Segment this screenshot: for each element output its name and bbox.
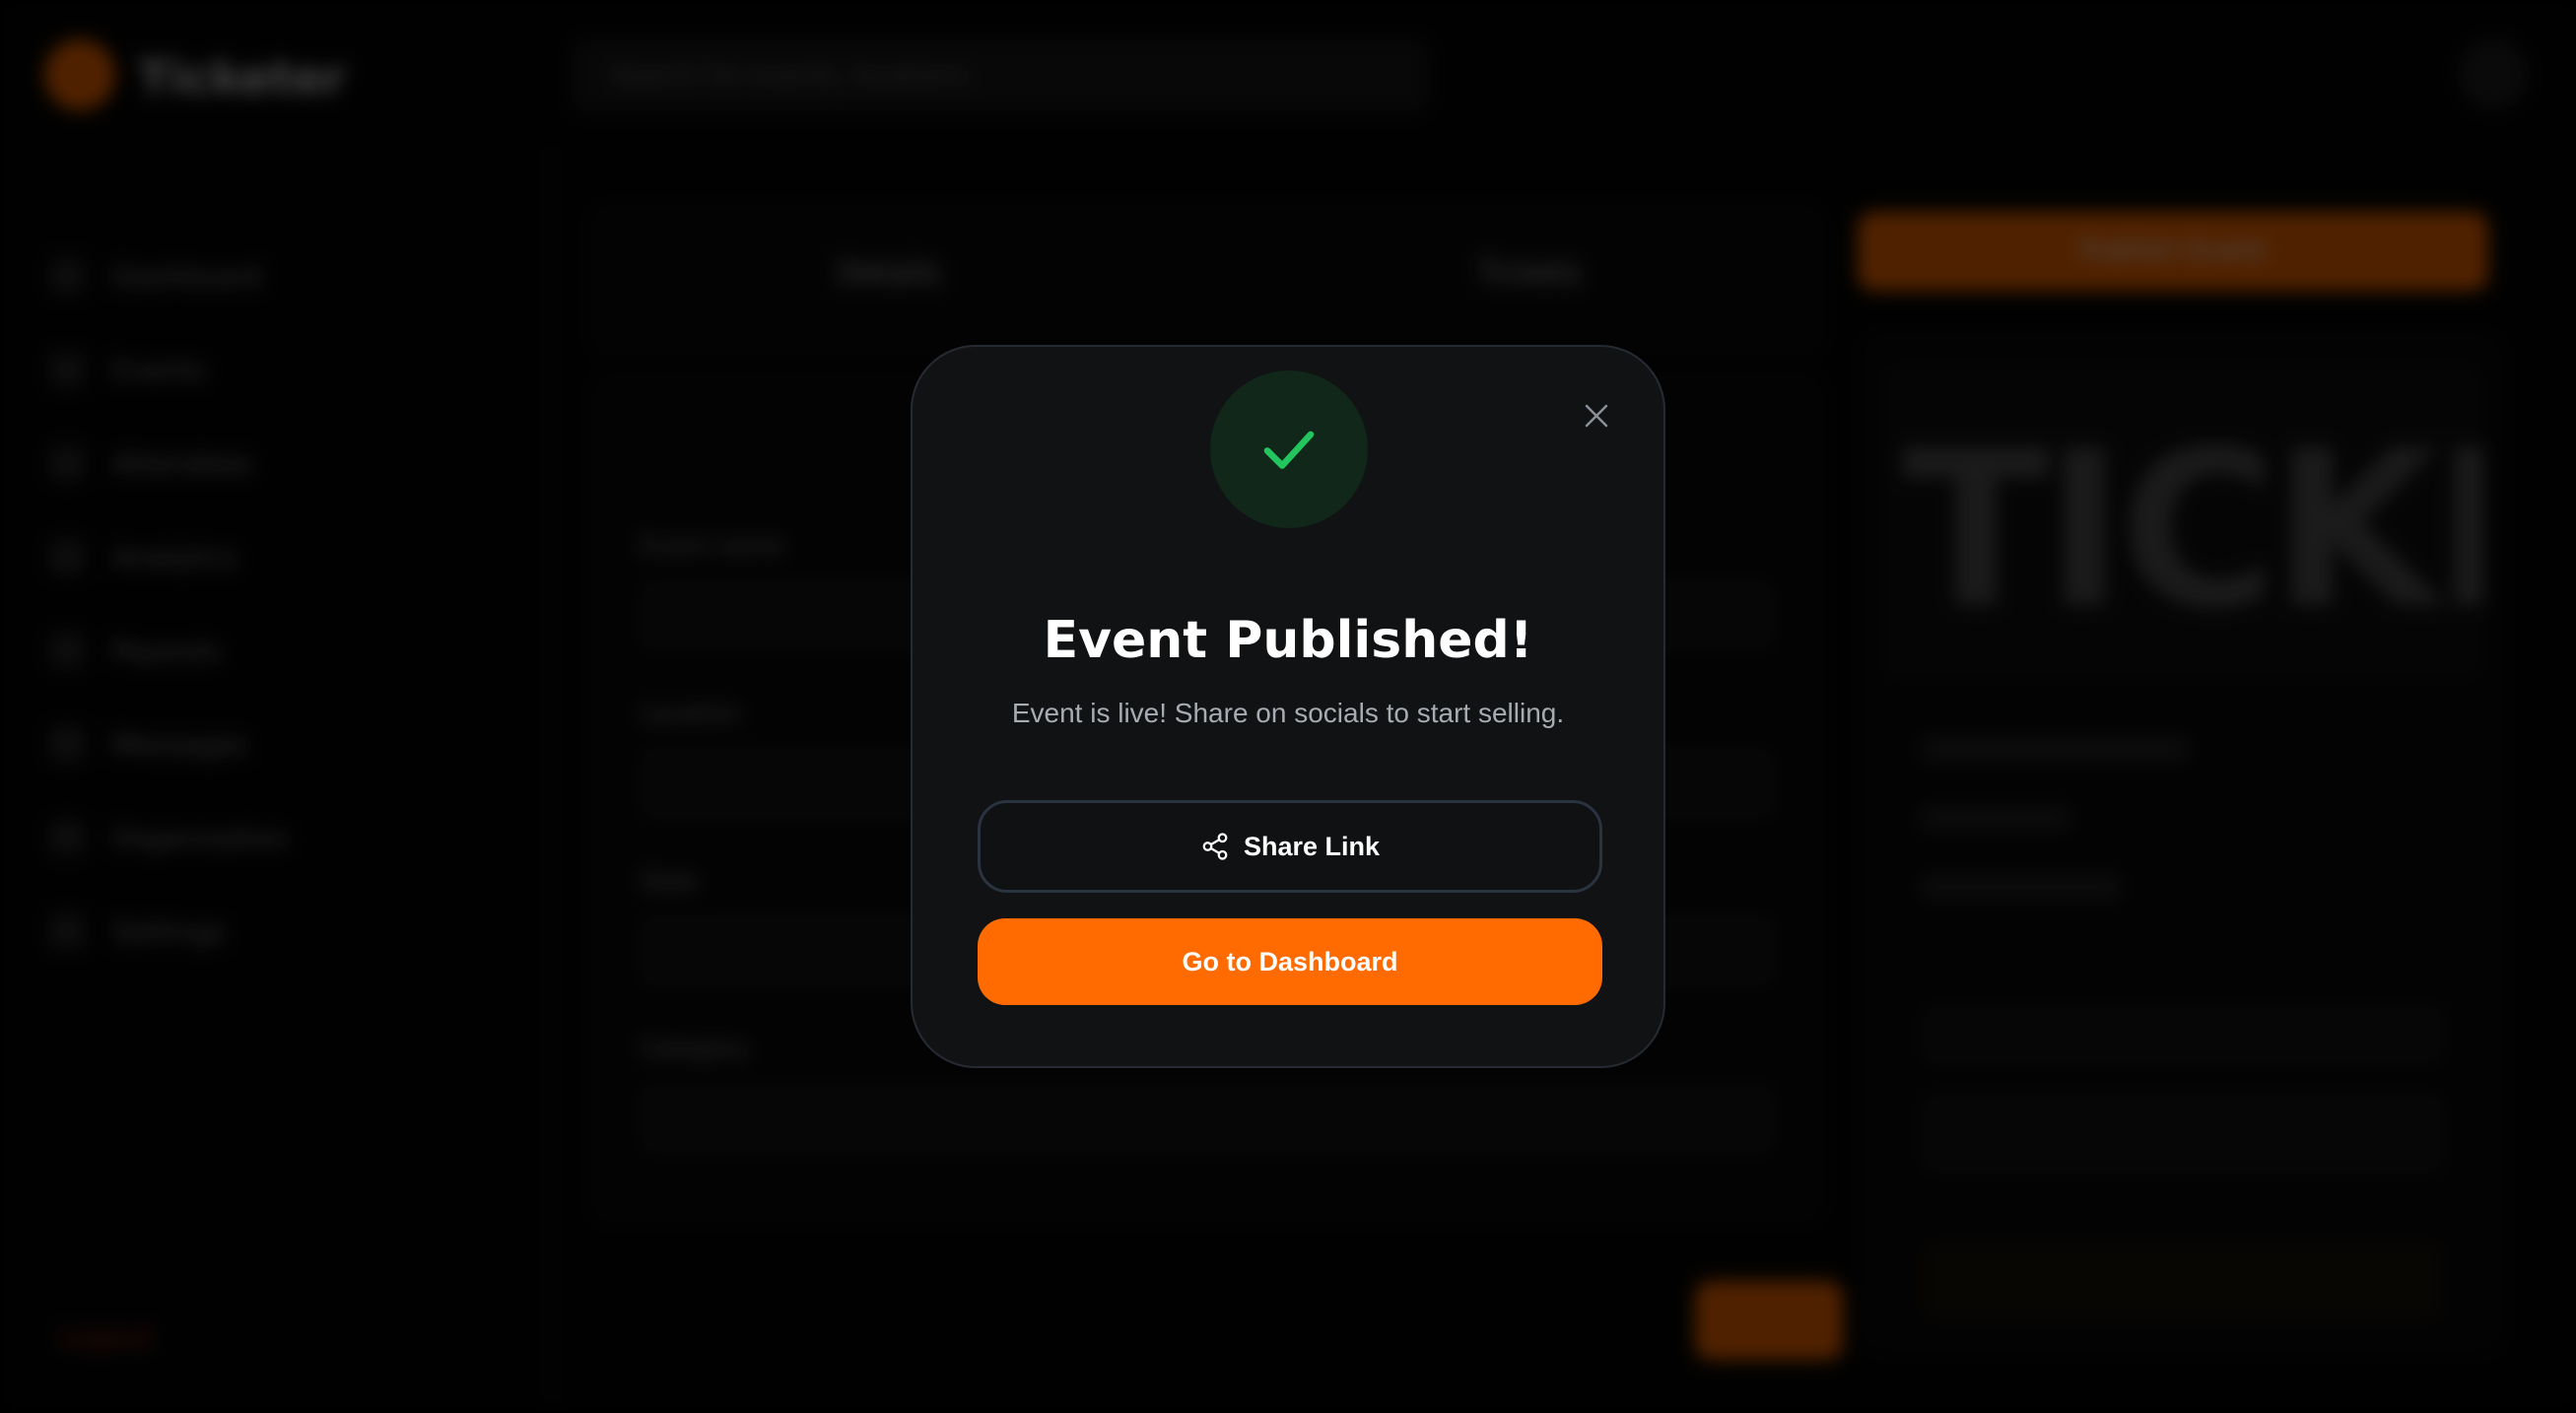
close-icon xyxy=(1585,404,1608,428)
share-icon xyxy=(1202,833,1228,860)
dialog-subtitle: Event is live! Share on socials to start… xyxy=(1011,698,1565,728)
share-link-button[interactable]: Share Link xyxy=(978,800,1602,893)
event-published-dialog: Event Published! Event is live! Share on… xyxy=(911,345,1665,1068)
success-badge xyxy=(1210,370,1368,528)
go-to-dashboard-label: Go to Dashboard xyxy=(1182,946,1398,976)
share-link-label: Share Link xyxy=(1243,831,1381,861)
dialog-title: Event Published! xyxy=(1043,611,1533,670)
go-to-dashboard-button[interactable]: Go to Dashboard xyxy=(978,918,1602,1005)
check-icon xyxy=(1263,431,1315,469)
close-button[interactable] xyxy=(1577,396,1616,436)
